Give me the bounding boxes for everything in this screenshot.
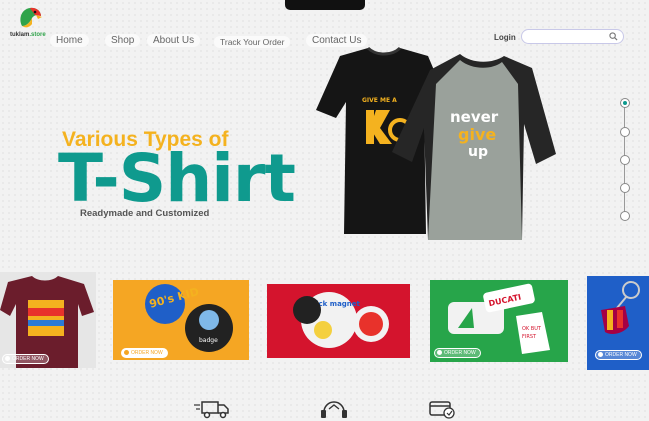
badge-magnet-card[interactable]: chick magnet [267, 284, 410, 358]
hero-title: T-Shirt [58, 140, 296, 217]
svg-text:OK BUT: OK BUT [522, 326, 542, 332]
search-input[interactable] [528, 32, 608, 42]
badge-90s-card[interactable]: 90's KID badge ORDER NOW [113, 280, 249, 360]
feature-icons-row [0, 398, 649, 421]
order-now-button[interactable]: ORDER NOW [434, 348, 481, 358]
slide-dot-5[interactable] [620, 211, 630, 221]
slide-dot-2[interactable] [620, 127, 630, 137]
slide-dot-3[interactable] [620, 155, 630, 165]
secure-payment-icon [429, 401, 455, 419]
brand-logo[interactable]: tuklam.store [10, 6, 50, 40]
svg-text:FIRST: FIRST [522, 334, 537, 340]
svg-text:badge: badge [199, 337, 218, 344]
svg-text:give: give [458, 125, 496, 144]
order-now-button[interactable]: ORDER NOW [2, 354, 49, 364]
hero-tshirts-image: GIVE ME A never give up [316, 46, 556, 240]
parrot-logo-icon [20, 7, 42, 28]
nav-home[interactable]: Home [50, 34, 89, 47]
login-link[interactable]: Login [494, 33, 516, 42]
support-headset-icon [321, 401, 347, 418]
search-box[interactable] [521, 29, 624, 44]
keychain-card[interactable]: ORDER NOW [587, 276, 649, 370]
order-now-button[interactable]: ORDER NOW [595, 350, 642, 360]
nav-about-us[interactable]: About Us [147, 34, 201, 47]
black-tshirt-text: GIVE ME A [362, 97, 397, 104]
hero-slider-pagination [619, 98, 631, 222]
nav-shop[interactable]: Shop [105, 34, 141, 47]
tshirt-card[interactable]: ORDER NOW [0, 272, 96, 368]
product-carousel: ORDER NOW 90's KID badge ORDER NOW chick… [0, 270, 649, 374]
svg-text:up: up [468, 144, 488, 160]
svg-text:never: never [450, 108, 499, 126]
brand-name: tuklam.store [10, 32, 46, 38]
nav-track-order[interactable]: Track Your Order [214, 36, 291, 48]
top-notch [285, 0, 365, 10]
order-now-button[interactable]: ORDER NOW [121, 348, 168, 358]
slide-dot-4[interactable] [620, 183, 630, 193]
delivery-truck-icon [194, 401, 229, 419]
slide-dot-1[interactable] [620, 98, 630, 108]
search-icon[interactable] [609, 32, 618, 41]
hero-tagline: Readymade and Customized [80, 208, 210, 219]
sticker-card[interactable]: DUCATI OK BUT FIRST ORDER NOW [430, 280, 568, 362]
magnet-badges-image: chick magnet [267, 284, 410, 358]
